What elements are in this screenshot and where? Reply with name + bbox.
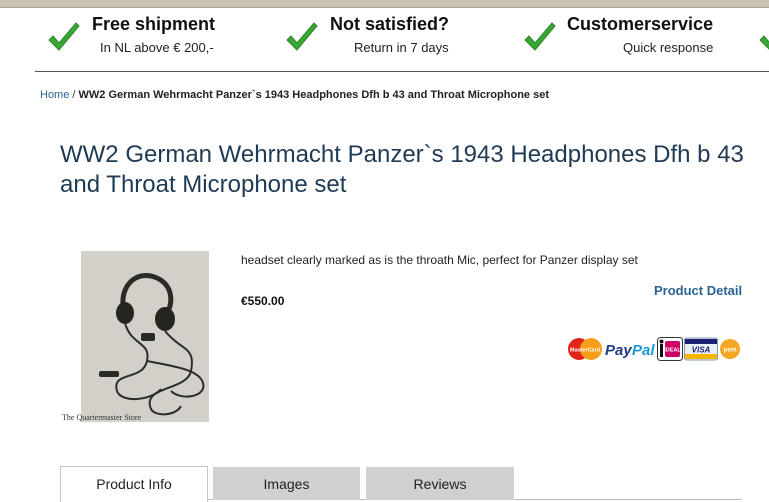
header-divider (35, 71, 769, 72)
tab-reviews[interactable]: Reviews (366, 467, 514, 500)
usp-subtitle: Quick response (623, 40, 714, 55)
checkmark-icon (286, 22, 318, 51)
product-detail-link[interactable]: Product Detail (654, 283, 742, 298)
product-image[interactable]: The Quartermaster Store (62, 251, 209, 422)
headphones-photo (81, 251, 209, 422)
visa-label: VISA (692, 346, 711, 355)
page-title: WW2 German Wehrmacht Panzer`s 1943 Headp… (60, 141, 744, 198)
usp-free-shipment: Free shipment In NL above € 200,- (46, 14, 246, 66)
tab-images[interactable]: Images (213, 467, 360, 500)
product-price: €550.00 (241, 294, 285, 308)
breadcrumb-separator: / (72, 89, 76, 101)
usp-title: Free shipment (92, 14, 216, 34)
breadcrumb-home-link[interactable]: Home (40, 89, 69, 101)
paypal-label-b: Pal (632, 342, 655, 359)
usp-subtitle: In NL above € 200,- (100, 40, 214, 55)
paypal-label-a: Pay (605, 342, 632, 359)
paypal-icon: Pay Pal (605, 336, 655, 362)
checkmark-icon (524, 22, 556, 51)
visa-icon: VISA (684, 336, 718, 362)
product-tabs: Product Info Images Reviews (60, 466, 769, 502)
product-description: headset clearly marked as is the throath… (241, 253, 638, 267)
usp-subtitle: Return in 7 days (354, 40, 449, 55)
usp-title: Not satisfied? (330, 14, 450, 34)
product-photo (81, 251, 209, 422)
mastercard-icon: MasterCard (567, 336, 603, 362)
usp-partial (757, 14, 769, 66)
usp-not-satisfied: Not satisfied? Return in 7 days (284, 14, 484, 66)
payment-methods: MasterCard Pay Pal iDEAL VISA post (567, 336, 741, 362)
breadcrumb-current: WW2 German Wehrmacht Panzer`s 1943 Headp… (78, 89, 549, 101)
checkmark-icon (48, 22, 80, 51)
postepay-icon: post (719, 336, 741, 362)
tab-product-info[interactable]: Product Info (60, 466, 208, 502)
top-strip (0, 0, 769, 8)
usp-customerservice: Customerservice Quick response (522, 14, 722, 66)
postepay-label: post (724, 348, 737, 354)
breadcrumb: Home / WW2 German Wehrmacht Panzer`s 194… (40, 89, 549, 101)
checkmark-icon (759, 35, 769, 50)
usp-title: Customerservice (567, 14, 714, 34)
ideal-icon: iDEAL (656, 336, 683, 362)
image-watermark: The Quartermaster Store (62, 413, 142, 422)
ideal-label: iDEAL (664, 348, 681, 354)
usp-bar: Free shipment In NL above € 200,- Not sa… (0, 8, 769, 72)
mastercard-label: MasterCard (570, 348, 600, 354)
